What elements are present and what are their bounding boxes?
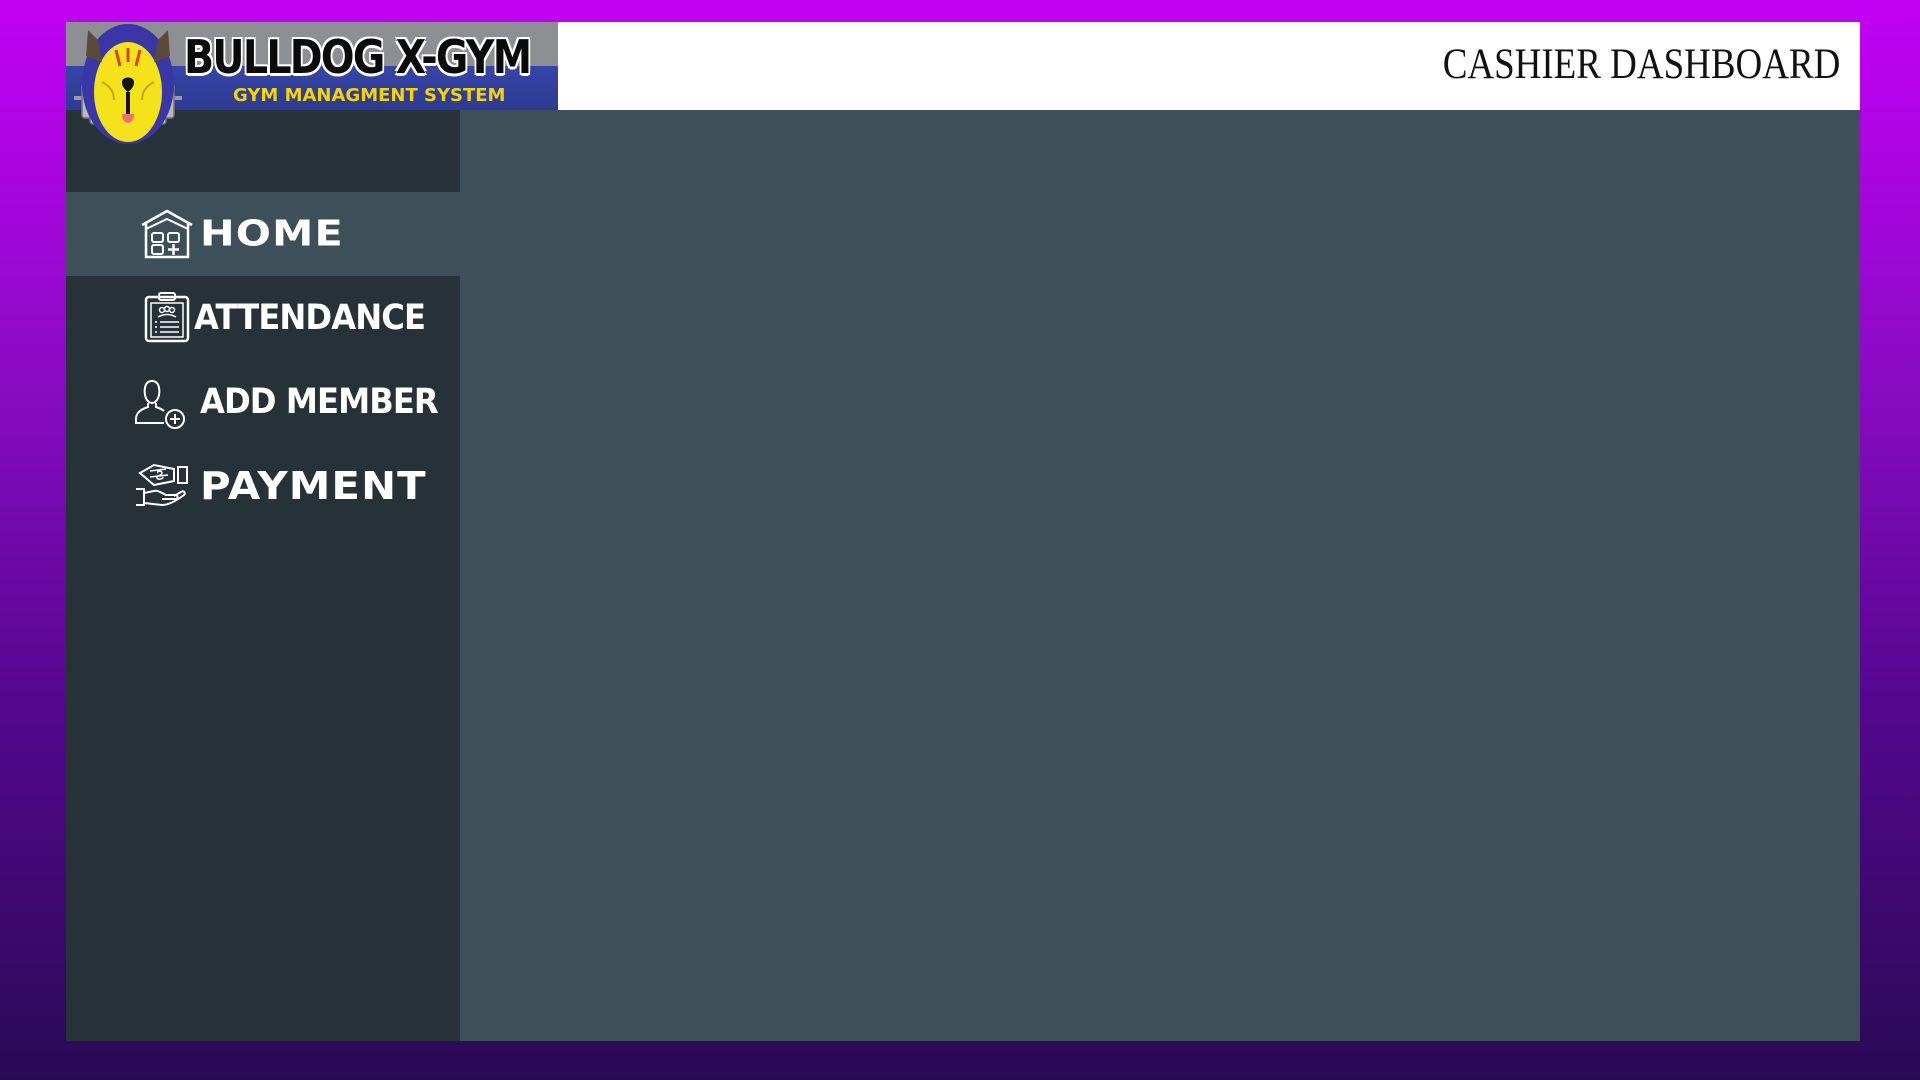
- bulldog-mascot-icon: [74, 24, 182, 144]
- page-title: CASHIER DASHBOARD: [1442, 41, 1840, 88]
- sidebar-item-label: ADD MEMBER: [200, 382, 439, 422]
- add-user-icon: [135, 379, 185, 429]
- sidebar-item-label: PAYMENT: [200, 464, 427, 508]
- main-content: [460, 110, 1860, 1041]
- sidebar-item-add-member[interactable]: ADD MEMBER: [66, 360, 460, 444]
- sidebar-item-attendance[interactable]: ATTENDANCE: [66, 276, 460, 360]
- home-icon: [141, 209, 193, 259]
- logo-name: BULLDOG X-GYM: [184, 30, 532, 84]
- payment-hand-icon: [136, 463, 188, 507]
- clipboard-icon: [144, 292, 190, 343]
- sidebar-item-home[interactable]: HOME: [66, 192, 460, 276]
- logo-subtitle: GYM MANAGMENT SYSTEM: [233, 85, 506, 106]
- sidebar-nav: HOME ATTENDANCE ADD MEMBER PAYMENT: [66, 192, 460, 528]
- sidebar-item-payment[interactable]: PAYMENT: [66, 444, 460, 528]
- app-logo: BULLDOG X-GYM GYM MANAGMENT SYSTEM: [66, 22, 558, 144]
- sidebar: HOME ATTENDANCE ADD MEMBER PAYMENT: [66, 110, 460, 1041]
- sidebar-item-label: HOME: [200, 213, 344, 255]
- sidebar-item-label: ATTENDANCE: [194, 298, 426, 338]
- app-window: CASHIER DASHBOARD HOME ATTENDANCE ADD ME…: [66, 22, 1860, 1041]
